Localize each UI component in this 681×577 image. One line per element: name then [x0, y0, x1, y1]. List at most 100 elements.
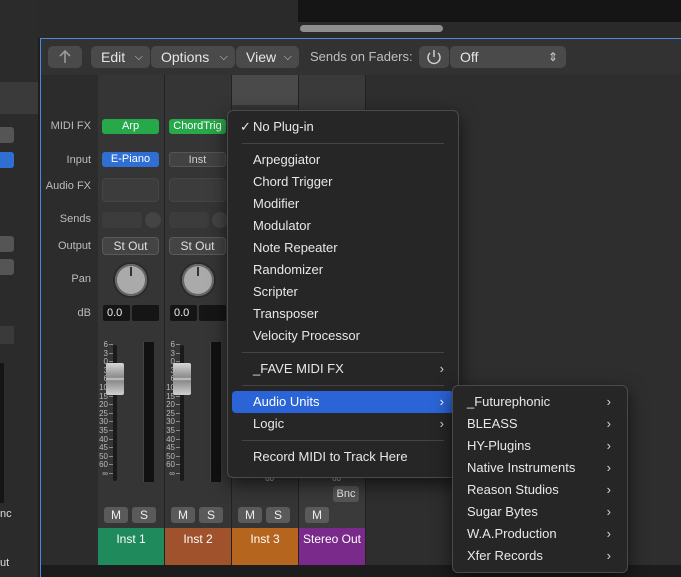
submenu-item-vendor[interactable]: Xfer Records ›: [457, 545, 623, 567]
solo-button[interactable]: S: [266, 507, 290, 523]
bounce-button[interactable]: Bnc: [333, 486, 359, 502]
menu-item-label: Audio Units: [253, 394, 320, 409]
sends-power-button[interactable]: [419, 46, 449, 68]
up-level-button[interactable]: [48, 46, 82, 68]
midi-fx-slot-arp[interactable]: Arp: [102, 119, 159, 134]
input-slot-e-piano[interactable]: E-Piano: [102, 152, 159, 167]
menu-item-label: _FAVE MIDI FX: [253, 361, 344, 376]
menu-item-label: Modulator: [253, 218, 311, 233]
horizontal-scrollbar[interactable]: [300, 25, 443, 32]
output-button[interactable]: St Out: [169, 237, 226, 255]
chevron-down-icon: ⌵: [134, 51, 143, 63]
chevron-right-icon: ›: [606, 394, 611, 409]
submenu-item-vendor[interactable]: HY-Plugins ›: [457, 435, 623, 457]
checkmark-icon: ✓: [240, 119, 251, 134]
left-panel-header: [0, 82, 38, 114]
sends-on-faders-label: Sends on Faders:: [310, 49, 413, 64]
audio-units-submenu: _Futurephonic › BLEASS › HY-Plugins › Native I…: [452, 385, 628, 573]
menu-item-midi-fx[interactable]: Randomizer: [232, 259, 454, 281]
send-slot[interactable]: [169, 212, 209, 228]
audio-fx-slot[interactable]: [102, 178, 159, 202]
row-labels: [41, 75, 97, 565]
send-knob[interactable]: [212, 212, 228, 228]
edit-menu-button[interactable]: Edit ⌵: [91, 46, 150, 68]
menu-item-no-plugin[interactable]: ✓ No Plug-in: [232, 116, 454, 138]
chevron-down-icon: ⌵: [283, 51, 292, 63]
chevron-right-icon: ›: [606, 482, 611, 497]
submenu-item-label: Native Instruments: [467, 460, 576, 475]
submenu-item-label: _Futurephonic: [467, 394, 551, 409]
audio-fx-slot[interactable]: [169, 178, 226, 202]
submenu-item-vendor[interactable]: Native Instruments ›: [457, 457, 623, 479]
menu-item-audio-units[interactable]: Audio Units ›: [232, 391, 454, 413]
left-meter: [0, 363, 4, 503]
midi-fx-slot-chordtrig[interactable]: ChordTrig: [169, 119, 226, 134]
mute-button[interactable]: M: [305, 507, 329, 523]
chevron-right-icon: ›: [606, 416, 611, 431]
channel-name-stereo-out[interactable]: Stereo Out: [299, 528, 365, 565]
input-slot-inst[interactable]: Inst: [169, 152, 226, 167]
left-button[interactable]: [0, 236, 14, 252]
channel-name-inst-3[interactable]: Inst 3: [232, 528, 298, 565]
send-knob[interactable]: [145, 212, 161, 228]
left-panel-text: nc: [0, 508, 12, 520]
options-label: Options: [161, 49, 210, 65]
output-button[interactable]: St Out: [102, 237, 159, 255]
menu-item-midi-fx[interactable]: Scripter: [232, 281, 454, 303]
chevron-right-icon: ›: [439, 394, 444, 409]
mute-button[interactable]: M: [104, 507, 128, 523]
menu-item-midi-fx[interactable]: Transposer: [232, 303, 454, 325]
solo-button[interactable]: S: [199, 507, 223, 523]
view-menu-button[interactable]: View ⌵: [236, 46, 299, 68]
send-slot[interactable]: [102, 212, 142, 228]
menu-item-label: Arpeggiator: [253, 152, 321, 167]
row-label-midi-fx: MIDI FX: [50, 120, 91, 132]
submenu-item-vendor[interactable]: _Futurephonic ›: [457, 391, 623, 413]
left-button[interactable]: [0, 259, 14, 275]
edit-label: Edit: [101, 49, 126, 65]
menu-item-label: Record MIDI to Track Here: [253, 449, 408, 464]
solo-button[interactable]: S: [132, 507, 156, 523]
submenu-item-vendor[interactable]: W.A.Production ›: [457, 523, 623, 545]
options-menu-button[interactable]: Options ⌵: [151, 46, 235, 68]
menu-item-logic[interactable]: Logic ›: [232, 413, 454, 435]
pan-knob[interactable]: [115, 264, 147, 296]
level-meter: [143, 342, 154, 482]
menu-separator: [242, 385, 444, 386]
menu-item-label: Chord Trigger: [253, 174, 333, 189]
volume-fader[interactable]: [106, 363, 124, 395]
menu-item-midi-fx[interactable]: Note Repeater: [232, 237, 454, 259]
sends-on-faders-select[interactable]: Off ⇕: [450, 46, 566, 68]
submenu-item-label: Reason Studios: [467, 482, 559, 497]
chevron-right-icon: ›: [606, 526, 611, 541]
left-button[interactable]: [0, 127, 14, 143]
menu-item-midi-fx[interactable]: Modulator: [232, 215, 454, 237]
menu-item-midi-fx[interactable]: Modifier: [232, 193, 454, 215]
volume-fader[interactable]: [173, 363, 191, 395]
submenu-item-label: W.A.Production: [467, 526, 557, 541]
menu-item-label: Transposer: [253, 306, 319, 321]
menu-item-midi-fx[interactable]: Chord Trigger: [232, 171, 454, 193]
menu-item-midi-fx[interactable]: Arpeggiator: [232, 149, 454, 171]
chevron-updown-icon: ⇕: [547, 50, 558, 64]
left-button-active[interactable]: [0, 152, 14, 168]
row-label-db: dB: [77, 307, 91, 319]
row-label-output: Output: [57, 240, 91, 252]
pan-knob[interactable]: [182, 264, 214, 296]
channel-name-inst-2[interactable]: Inst 2: [165, 528, 231, 565]
row-label-pan: Pan: [71, 273, 91, 285]
menu-item-fave-midi-fx[interactable]: _FAVE MIDI FX ›: [232, 358, 454, 380]
submenu-item-vendor[interactable]: BLEASS ›: [457, 413, 623, 435]
submenu-item-vendor[interactable]: Reason Studios ›: [457, 479, 623, 501]
mute-button[interactable]: M: [238, 507, 262, 523]
menu-item-record-midi[interactable]: Record MIDI to Track Here: [232, 446, 454, 468]
channel-name-inst-1[interactable]: Inst 1: [98, 528, 164, 565]
menu-item-label: Scripter: [253, 284, 298, 299]
submenu-item-label: HY-Plugins: [467, 438, 531, 453]
channel-strip-inst-3-selected: [232, 75, 298, 105]
submenu-item-vendor[interactable]: Sugar Bytes ›: [457, 501, 623, 523]
mute-button[interactable]: M: [171, 507, 195, 523]
submenu-item-label: Sugar Bytes: [467, 504, 538, 519]
menu-separator: [242, 143, 444, 144]
menu-item-midi-fx[interactable]: Velocity Processor: [232, 325, 454, 347]
